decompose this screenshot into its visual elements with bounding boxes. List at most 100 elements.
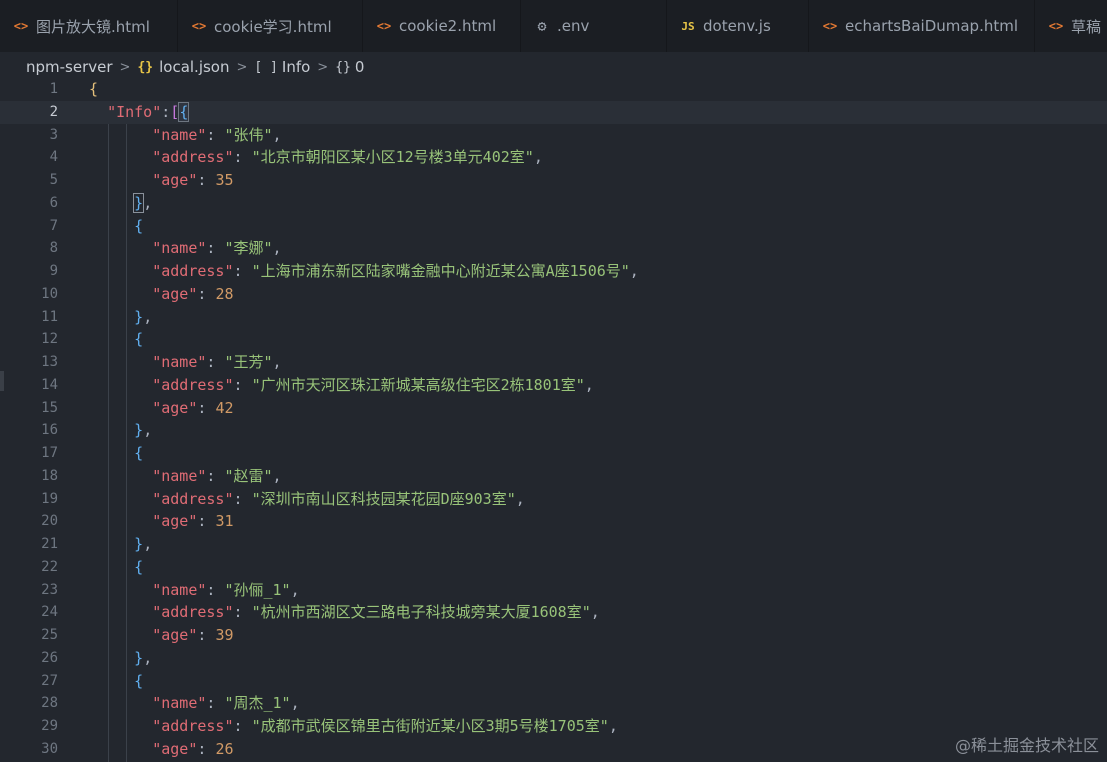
indent-guide (126, 124, 127, 762)
code-line[interactable]: 12 { (0, 328, 1107, 351)
code-text: { (134, 330, 144, 349)
code-line[interactable]: 4 "address": "北京市朝阳区某小区12号楼3单元402室", (0, 146, 1107, 169)
breadcrumb-folder[interactable]: npm-server (26, 58, 113, 76)
code-text: "name": "李娜", (152, 239, 282, 258)
gear-icon: ⚙ (537, 17, 547, 35)
line-number: 18 (41, 467, 58, 484)
json-token: 26 (215, 739, 234, 758)
line-number: 3 (49, 126, 58, 143)
code-line[interactable]: 16 }, (0, 419, 1107, 442)
tab-image-magnifier[interactable]: <> 图片放大镜.html (0, 0, 178, 52)
code-line[interactable]: 14 "address": "广州市天河区珠江新城某高级住宅区2栋1801室", (0, 374, 1107, 397)
code-text: "address": "上海市浦东新区陆家嘴金融中心附近某公寓A座1506号", (152, 262, 639, 280)
tab-cookie2[interactable]: <> cookie2.html (363, 0, 521, 52)
code-line[interactable]: 26 }, (0, 647, 1107, 670)
code-line[interactable]: 10 "age": 28 (0, 283, 1107, 306)
indent-guide (108, 124, 109, 762)
json-file-icon: {} (137, 59, 154, 75)
code-text: }, (134, 307, 153, 326)
json-token: 35 (215, 171, 234, 189)
code-line[interactable]: 1{ (0, 78, 1107, 101)
code-line[interactable]: 19 "address": "深圳市南山区科技园某花园D座903室", (0, 488, 1107, 511)
json-token: "孙俪_1" (224, 580, 291, 599)
code-text: { (134, 444, 144, 462)
json-token: "age" (152, 284, 198, 303)
code-line[interactable]: 25 "age": 39 (0, 624, 1107, 647)
code-line[interactable]: 21 }, (0, 533, 1107, 556)
json-token: 31 (215, 512, 234, 531)
code-line[interactable]: 8 "name": "李娜", (0, 237, 1107, 260)
code-line[interactable]: 5 "age": 35 (0, 169, 1107, 192)
tab-env[interactable]: ⚙ .env (521, 0, 667, 52)
code-line[interactable]: 20 "age": 31 (0, 510, 1107, 533)
json-token: "name" (152, 125, 207, 144)
chevron-right-icon: > (119, 59, 131, 75)
code-line[interactable]: 3 "name": "张伟", (0, 124, 1107, 147)
line-number: 8 (49, 240, 58, 257)
code-text: "age": 26 (152, 739, 234, 758)
code-line[interactable]: 18 "name": "赵雷", (0, 465, 1107, 488)
code-line[interactable]: 9 "address": "上海市浦东新区陆家嘴金融中心附近某公寓A座1506号… (0, 260, 1107, 283)
line-number: 19 (41, 490, 58, 507)
breadcrumb-file[interactable]: local.json (159, 58, 229, 76)
code-text: }, (134, 535, 153, 553)
code-line[interactable]: 6 }, (0, 192, 1107, 215)
tab-label: .env (557, 17, 590, 35)
code-line[interactable]: 28 "name": "周杰_1", (0, 692, 1107, 715)
json-token: "Info" (107, 102, 162, 121)
json-token: 39 (215, 626, 234, 644)
tab-dotenv-js[interactable]: JS dotenv.js (667, 0, 809, 52)
json-token: "age" (152, 626, 198, 644)
json-token: 42 (215, 398, 234, 417)
code-line[interactable]: 2 "Info":[{ (0, 100, 1107, 124)
code-editor[interactable]: 1{2 "Info":[{3 "name": "张伟", 4 "address":… (0, 78, 1107, 762)
code-line[interactable]: 15 "age": 42 (0, 397, 1107, 420)
json-token: "age" (152, 739, 198, 758)
code-line[interactable]: 27 { (0, 670, 1107, 693)
json-token: "address" (152, 262, 234, 280)
json-token: "age" (152, 398, 198, 417)
code-text: "name": "王芳", (152, 353, 282, 371)
json-token: "杭州市西湖区文三路电子科技城旁某大厦1608室" (251, 603, 591, 622)
breadcrumb-object[interactable]: 0 (355, 58, 365, 76)
code-line[interactable]: 11 }, (0, 306, 1107, 329)
html-file-icon: <> (191, 19, 207, 33)
json-token: "address" (152, 603, 234, 622)
breadcrumb-array[interactable]: Info (282, 58, 310, 76)
json-token: "name" (152, 239, 207, 258)
json-token: "name" (152, 694, 207, 713)
code-line[interactable]: 22 { (0, 556, 1107, 579)
json-token: "周杰_1" (224, 694, 291, 713)
line-number: 15 (41, 399, 58, 416)
tab-label: echartsBaiDumap.html (845, 17, 1019, 35)
code-line[interactable]: 13 "name": "王芳", (0, 351, 1107, 374)
code-text: }, (133, 192, 153, 213)
line-number: 1 (49, 81, 58, 97)
code-line[interactable]: 30 "age": 26 (0, 738, 1107, 761)
code-line[interactable]: 24 "address": "杭州市西湖区文三路电子科技城旁某大厦1608室", (0, 601, 1107, 624)
line-number: 6 (49, 194, 58, 211)
tab-cookie-study[interactable]: <> cookie学习.html (178, 0, 363, 52)
line-number: 13 (41, 354, 58, 370)
code-text: { (134, 671, 144, 690)
chevron-right-icon: > (236, 59, 248, 75)
code-text: "address": "北京市朝阳区某小区12号楼3单元402室", (152, 148, 543, 167)
code-line[interactable]: 23 "name": "孙俪_1", (0, 579, 1107, 602)
code-text: "age": 35 (152, 171, 234, 189)
json-token: "address" (152, 375, 234, 394)
line-number: 26 (41, 649, 58, 666)
json-token: "张伟" (224, 125, 273, 144)
code-text: "name": "赵雷", (152, 466, 282, 485)
tab-draft[interactable]: <> 草稿 (1035, 0, 1107, 52)
code-text: }, (134, 421, 153, 440)
watermark: @稀土掘金技术社区 (954, 736, 1099, 755)
code-line[interactable]: 7 { (0, 215, 1107, 238)
code-text: "address": "成都市武侯区锦里古街附近某小区3期5号楼1705室", (152, 717, 618, 735)
json-token: "李娜" (224, 239, 273, 258)
code-line[interactable]: 29 "address": "成都市武侯区锦里古街附近某小区3期5号楼1705室… (0, 715, 1107, 738)
html-file-icon: <> (13, 19, 29, 33)
line-number: 23 (41, 581, 58, 598)
tab-echarts-baidumap[interactable]: <> echartsBaiDumap.html (809, 0, 1035, 52)
code-text: { (134, 216, 144, 235)
code-line[interactable]: 17 { (0, 442, 1107, 465)
